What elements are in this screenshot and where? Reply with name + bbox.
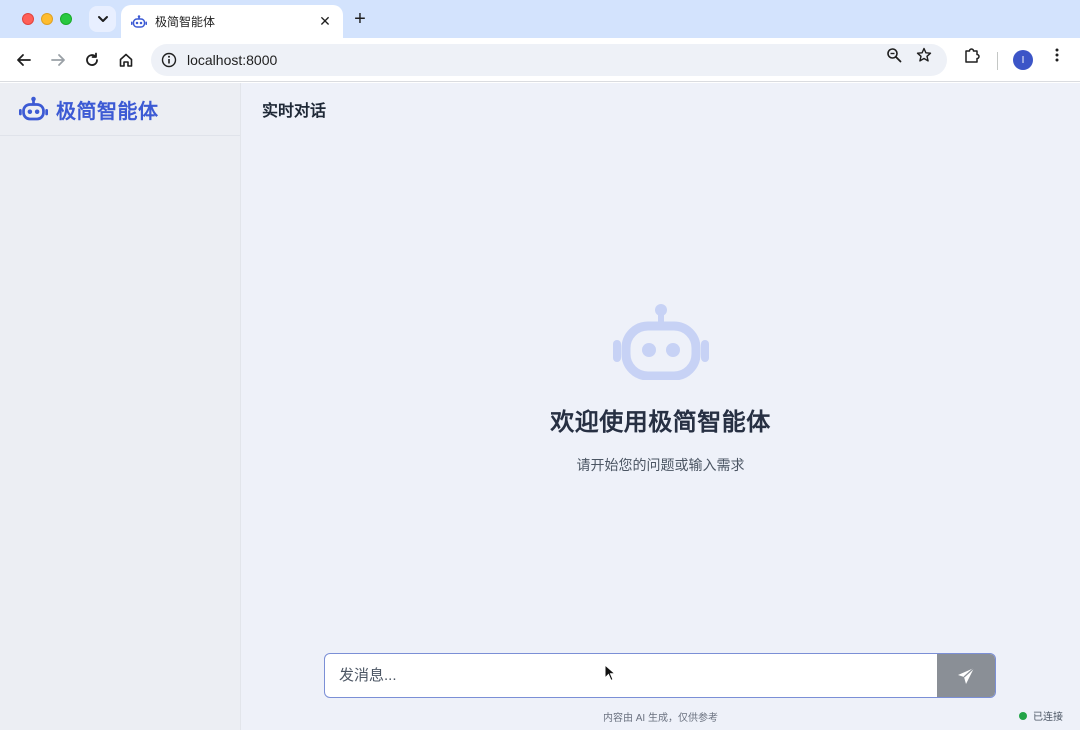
info-icon[interactable]: [161, 52, 177, 68]
connection-status-label: 已连接: [1033, 712, 1063, 723]
tab-title: 极简智能体: [155, 15, 216, 29]
browser-toolbar: localhost:8000 I: [0, 38, 1080, 82]
chat-main: 实时对话 欢迎使用极简智能体 请开始您的问题或输入需求 内容由 AI 生成，仅供…: [241, 83, 1080, 730]
page-title: 实时对话: [262, 103, 327, 120]
status-dot: [1019, 711, 1027, 720]
browser-tabstrip: 极简智能体 ✕ +: [0, 0, 1080, 38]
zoom-icon: [887, 48, 902, 63]
more-vert-icon: [1055, 48, 1059, 62]
browser-tab-active[interactable]: 极简智能体 ✕: [121, 5, 343, 38]
welcome-panel: 欢迎使用极简智能体 请开始您的问题或输入需求: [241, 304, 1080, 475]
address-bar[interactable]: localhost:8000: [151, 44, 947, 76]
puzzle-icon: [965, 48, 980, 63]
welcome-title: 欢迎使用极简智能体: [550, 409, 771, 436]
chevron-down-icon: [97, 16, 108, 22]
back-button[interactable]: [14, 50, 34, 70]
toolbar-divider: [997, 52, 998, 70]
arrow-right-icon: [51, 54, 65, 66]
profile-avatar[interactable]: I: [1013, 50, 1033, 70]
sidebar: 极简智能体: [0, 83, 241, 730]
home-button[interactable]: [116, 50, 136, 70]
robot-icon: [131, 14, 147, 30]
url-text[interactable]: localhost:8000: [187, 52, 277, 68]
robot-icon: [19, 96, 48, 121]
window-maximize-button[interactable]: [60, 13, 72, 25]
new-tab-button[interactable]: +: [350, 9, 370, 29]
arrow-left-icon: [17, 54, 31, 66]
brand-header: 极简智能体: [0, 83, 240, 136]
close-icon[interactable]: ✕: [317, 13, 333, 30]
star-icon: [916, 47, 932, 62]
robot-icon: [612, 304, 709, 380]
browser-menu-button[interactable]: [1048, 46, 1066, 64]
home-icon: [119, 53, 133, 67]
mouse-cursor-icon: [604, 664, 616, 682]
connection-status: 已连接: [1019, 708, 1063, 723]
welcome-subtitle: 请开始您的问题或输入需求: [576, 457, 745, 473]
window-minimize-button[interactable]: [41, 13, 53, 25]
reload-button[interactable]: [82, 50, 102, 70]
extensions-button[interactable]: [963, 46, 981, 64]
window-close-button[interactable]: [22, 13, 34, 25]
zoom-button[interactable]: [885, 46, 903, 64]
app-root: 极简智能体 实时对话 欢迎使用极简智能体 请开始您的问题或输入需求 内容由: [0, 83, 1080, 730]
forward-button[interactable]: [48, 50, 68, 70]
send-icon: [958, 667, 975, 684]
message-composer: [324, 653, 996, 698]
reload-icon: [86, 52, 98, 66]
send-button[interactable]: [937, 654, 995, 697]
brand-name: 极简智能体: [56, 100, 159, 123]
tab-search-button[interactable]: [89, 6, 116, 32]
bookmark-button[interactable]: [915, 46, 933, 64]
ai-disclaimer: 内容由 AI 生成，仅供参考: [602, 713, 718, 724]
message-input[interactable]: [325, 654, 937, 697]
